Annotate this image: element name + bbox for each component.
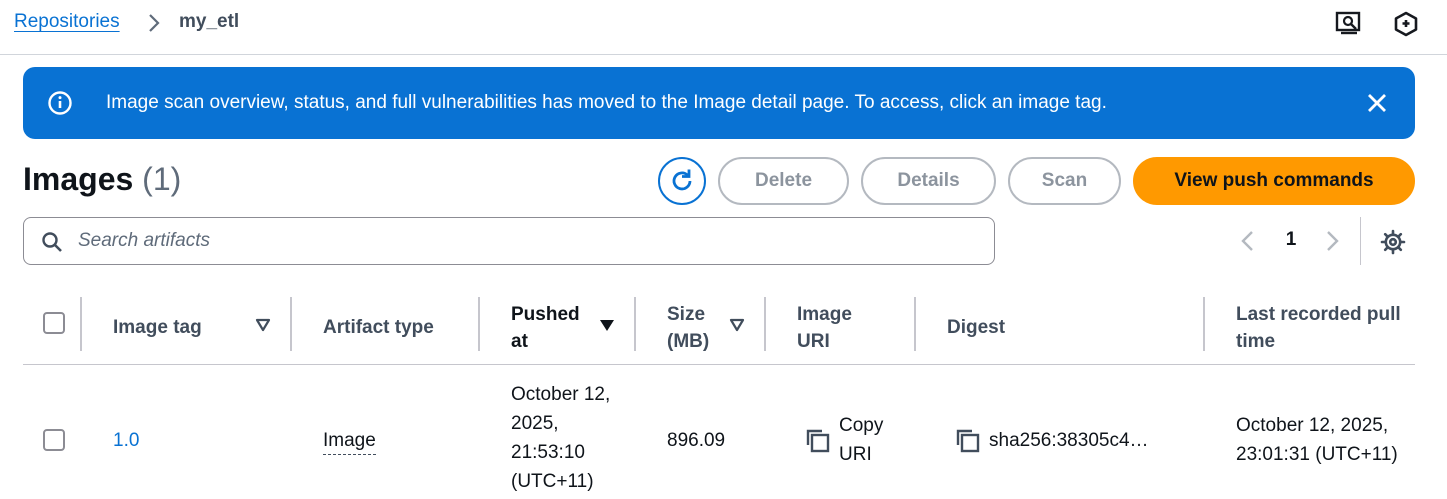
column-header-digest[interactable]: Digest (947, 290, 1147, 365)
pushed-at-value: October 12, 2025, 21:53:10 (UTC+11) (511, 384, 611, 492)
view-push-commands-button[interactable]: View push commands (1133, 157, 1415, 205)
chevron-right-icon[interactable] (1320, 228, 1344, 254)
column-header-label: Digest (947, 317, 1006, 338)
delete-button[interactable]: Delete (718, 157, 849, 205)
search-icon (42, 232, 62, 252)
table-header: Image tag Artifact type Pushed at Size (… (23, 290, 1415, 365)
row-checkbox[interactable] (43, 429, 65, 451)
column-divider (290, 297, 292, 351)
info-flash-banner: Image scan overview, status, and full vu… (23, 67, 1415, 139)
column-divider (478, 297, 480, 351)
column-divider (634, 297, 636, 351)
image-tag-link[interactable]: 1.0 (113, 426, 139, 455)
artifact-type-value[interactable]: Image (323, 428, 376, 455)
column-header-label: Image URI (797, 303, 852, 352)
column-header-image-tag[interactable]: Image tag (113, 290, 263, 365)
column-header-label: Image tag (113, 317, 202, 338)
column-header-label: Last recorded pull time (1236, 303, 1401, 352)
gear-icon[interactable] (1379, 228, 1407, 256)
sort-down-filled-icon[interactable] (599, 318, 615, 332)
copy-uri-link[interactable]: Copy URI (839, 411, 899, 469)
column-header-image-uri[interactable]: Image URI (797, 290, 877, 365)
screen-inspect-icon[interactable] (1334, 9, 1364, 39)
divider (1360, 217, 1361, 265)
column-header-pushed-at[interactable]: Pushed at (511, 290, 601, 365)
details-button[interactable]: Details (861, 157, 996, 205)
column-divider (1203, 297, 1205, 351)
breadcrumb-current: my_etl (179, 11, 240, 32)
last-pull-value: October 12, 2025, 23:01:31 (UTC+11) (1236, 415, 1398, 465)
select-all-checkbox[interactable] (43, 312, 65, 334)
column-header-label: Size (MB) (667, 303, 710, 352)
column-divider (764, 297, 766, 351)
page-title-text: Images (23, 161, 134, 197)
page-title: Images (1) (23, 161, 181, 198)
column-header-size[interactable]: Size (MB) (667, 290, 737, 365)
breadcrumb-repositories-link[interactable]: Repositories (14, 11, 120, 33)
copy-icon[interactable] (955, 428, 981, 454)
chevron-left-icon[interactable] (1236, 228, 1260, 254)
column-header-label: Artifact type (323, 317, 434, 338)
image-count: (1) (142, 161, 182, 197)
column-header-artifact-type[interactable]: Artifact type (323, 290, 478, 365)
column-header-last-pull[interactable]: Last recorded pull time (1236, 290, 1421, 365)
flash-message: Image scan overview, status, and full vu… (106, 92, 1107, 113)
sort-down-outline-icon[interactable] (729, 318, 745, 332)
copy-icon[interactable] (805, 428, 831, 454)
refresh-button[interactable] (658, 157, 706, 205)
hexagon-feedback-icon[interactable] (1391, 9, 1421, 39)
column-header-label: Pushed at (511, 303, 580, 352)
info-icon (48, 91, 72, 115)
column-divider (914, 297, 916, 351)
digest-value: sha256:38305c4… (989, 430, 1149, 451)
refresh-icon (672, 169, 692, 191)
scan-button[interactable]: Scan (1008, 157, 1121, 205)
size-value: 896.09 (667, 430, 726, 451)
search-input[interactable] (78, 227, 978, 255)
close-icon[interactable] (1364, 90, 1390, 116)
column-divider (80, 297, 82, 351)
sort-down-outline-icon[interactable] (255, 318, 271, 332)
chevron-right-icon (149, 14, 160, 32)
top-bar: Repositories my_etl (0, 0, 1447, 55)
search-box (23, 217, 995, 265)
current-page[interactable]: 1 (1280, 229, 1302, 251)
